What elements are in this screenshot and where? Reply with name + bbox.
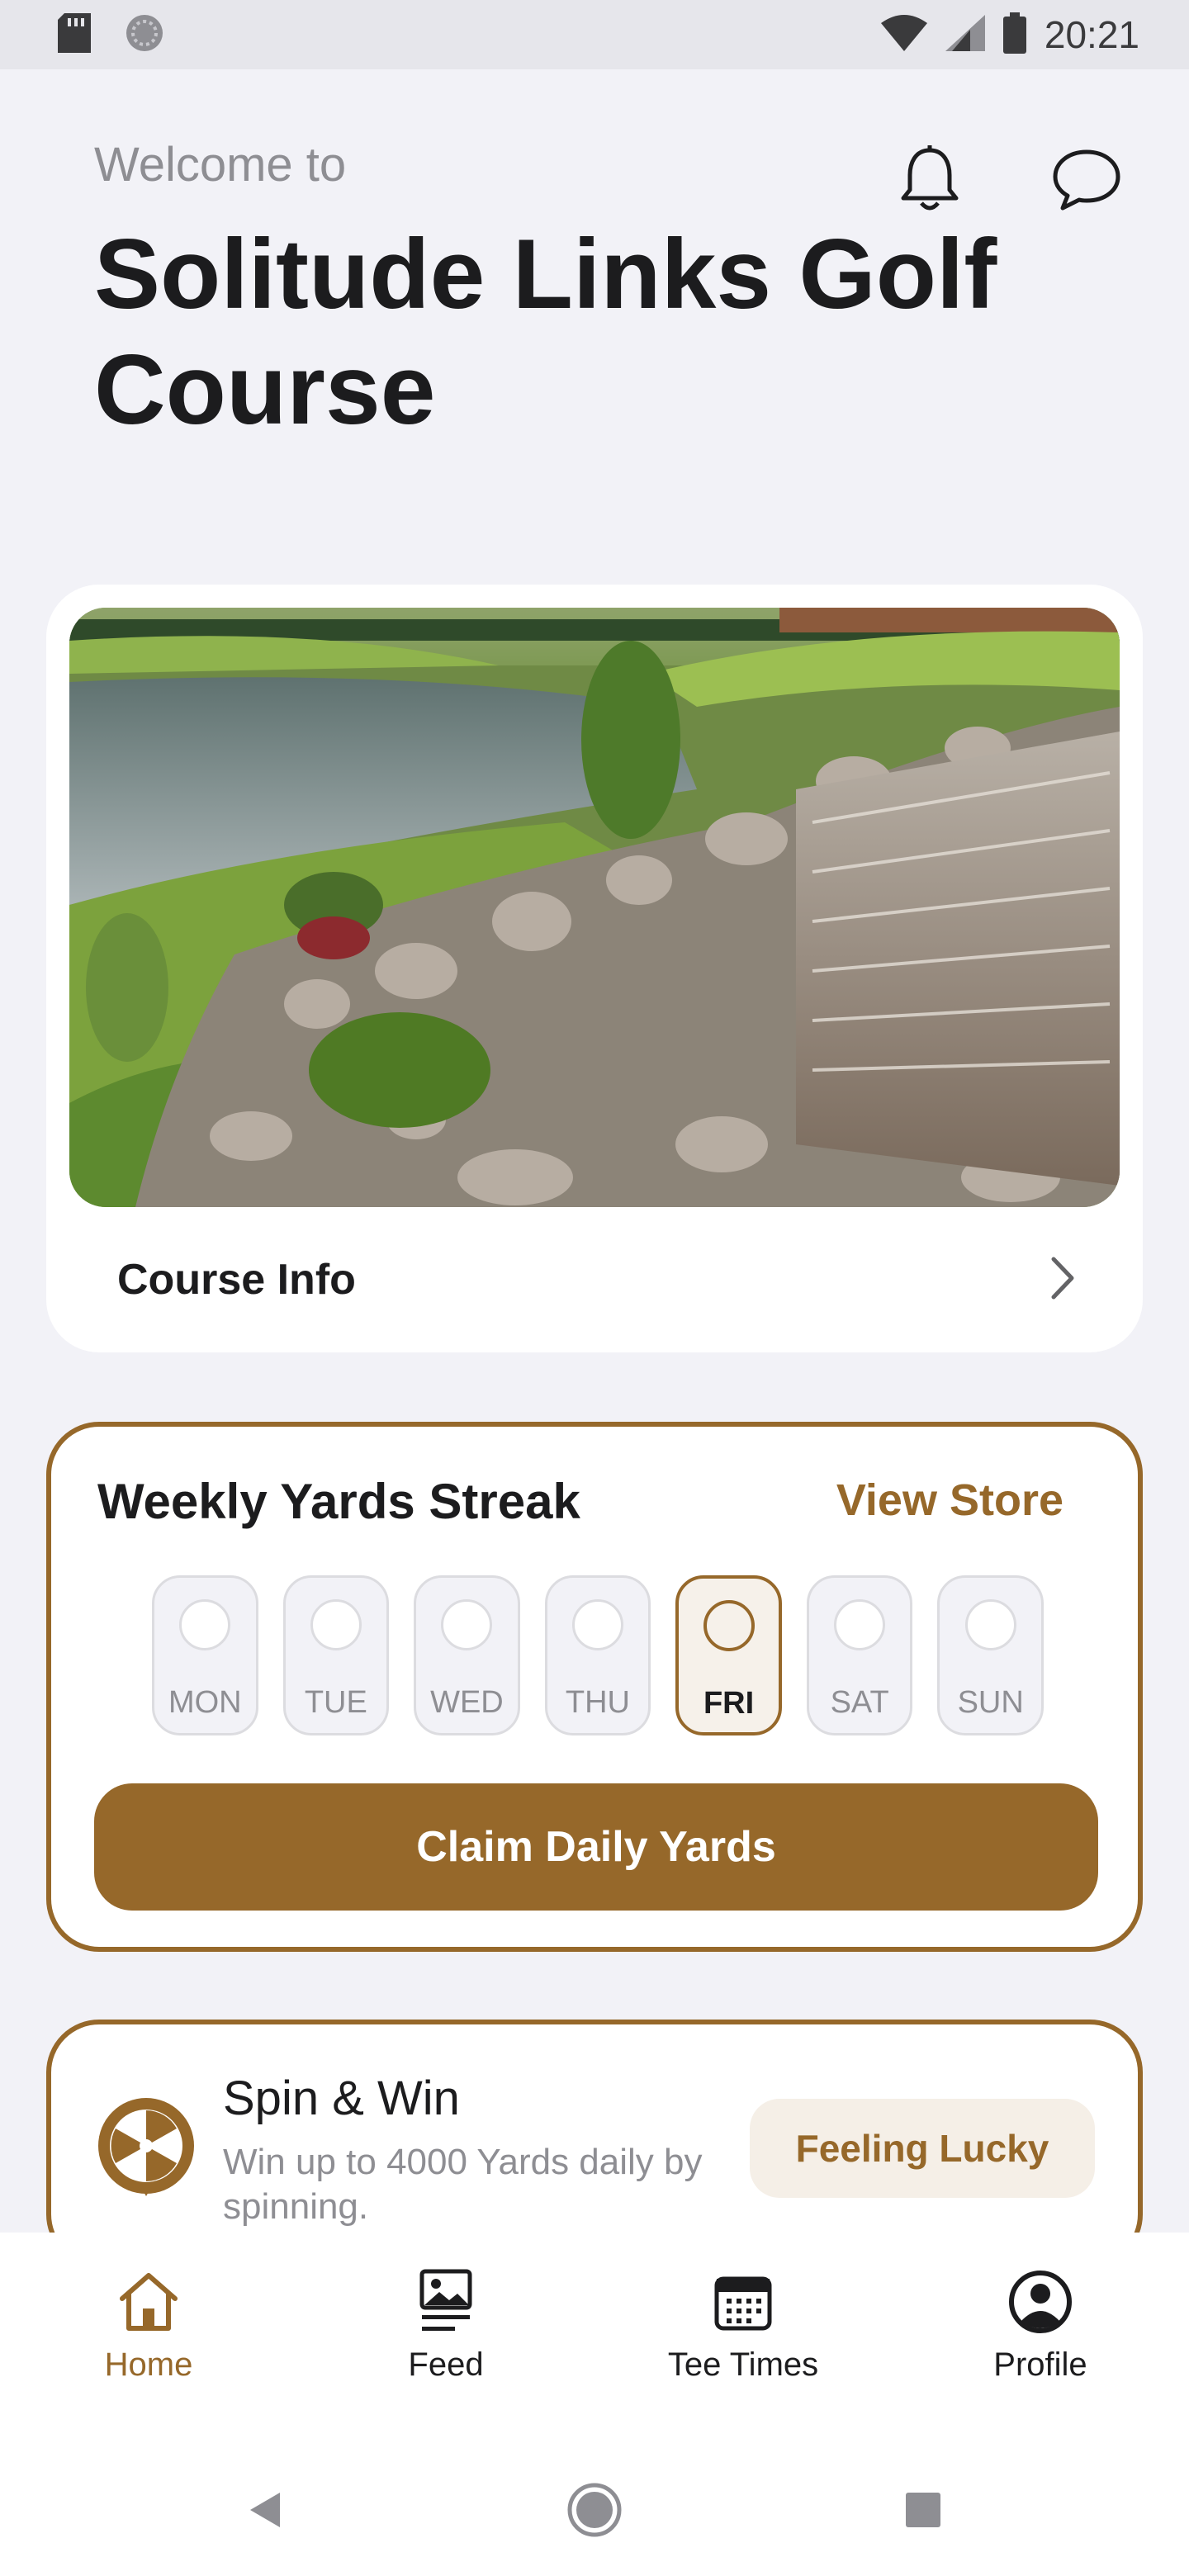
tab-label: Feed <box>408 2346 484 2383</box>
prize-wheel-icon <box>94 2094 198 2198</box>
weekly-streak-card: Weekly Yards Streak View Store MON TUE W… <box>46 1422 1143 1952</box>
profile-icon <box>1006 2267 1075 2337</box>
feeling-lucky-button[interactable]: Feeling Lucky <box>750 2099 1095 2198</box>
day-label: WED <box>430 1685 504 1720</box>
day-sat: SAT <box>806 1575 913 1735</box>
tab-label: Profile <box>993 2346 1087 2383</box>
day-tue: TUE <box>282 1575 390 1735</box>
day-check-circle <box>441 1599 493 1650</box>
status-right: 20:21 <box>880 12 1139 58</box>
back-icon[interactable] <box>233 2477 299 2543</box>
day-check-circle <box>964 1599 1016 1650</box>
feed-icon <box>411 2267 481 2337</box>
tab-profile[interactable]: Profile <box>892 2233 1189 2434</box>
day-mon: MON <box>152 1575 258 1735</box>
day-check-circle <box>703 1600 755 1651</box>
course-image <box>69 608 1120 1207</box>
view-store-link[interactable]: View Store <box>836 1475 1063 1526</box>
spin-subtitle: Win up to 4000 Yards daily by spinning. <box>223 2142 703 2227</box>
signal-icon <box>945 14 985 55</box>
tab-label: Home <box>104 2346 193 2383</box>
home-icon <box>114 2267 183 2337</box>
wifi-icon <box>880 14 927 55</box>
calendar-icon <box>708 2267 778 2337</box>
course-card[interactable]: Course Info <box>46 585 1143 1352</box>
tab-label: Tee Times <box>667 2346 819 2383</box>
course-info-row[interactable]: Course Info <box>46 1207 1143 1352</box>
day-sun: SUN <box>937 1575 1044 1735</box>
status-time: 20:21 <box>1044 13 1139 56</box>
home-circle-icon[interactable] <box>561 2477 628 2543</box>
day-label: FRI <box>703 1686 755 1721</box>
spin-win-card: Spin & Win Win up to 4000 Yards daily by… <box>46 2020 1143 2267</box>
status-left <box>58 12 165 58</box>
day-label: TUE <box>304 1685 367 1720</box>
day-fri: FRI <box>675 1575 782 1735</box>
day-wed: WED <box>414 1575 520 1735</box>
tab-tee-times[interactable]: Tee Times <box>594 2233 892 2434</box>
sd-card-icon <box>58 12 91 57</box>
tab-home[interactable]: Home <box>0 2233 297 2434</box>
day-check-circle <box>310 1599 362 1650</box>
day-label: SUN <box>957 1685 1024 1720</box>
streak-days: MON TUE WED THU FRI SAT SUN <box>152 1575 1044 1737</box>
recents-icon[interactable] <box>890 2477 956 2543</box>
welcome-text: Welcome to <box>94 138 347 192</box>
tab-feed[interactable]: Feed <box>297 2233 594 2434</box>
day-label: MON <box>168 1685 242 1720</box>
day-check-circle <box>179 1599 231 1650</box>
status-bar: 20:21 <box>0 0 1189 69</box>
claim-daily-yards-button[interactable]: Claim Daily Yards <box>94 1783 1098 1911</box>
day-label: SAT <box>830 1685 889 1720</box>
streak-title: Weekly Yards Streak <box>97 1474 580 1529</box>
bell-icon[interactable] <box>888 139 971 221</box>
day-check-circle <box>571 1599 623 1650</box>
page-title: Solitude Links Golf Course <box>94 219 997 445</box>
chevron-right-icon <box>1049 1256 1077 1305</box>
course-info-label: Course Info <box>117 1256 356 1304</box>
battery-icon <box>1002 12 1026 58</box>
day-check-circle <box>834 1599 886 1650</box>
sync-icon <box>124 12 165 58</box>
day-label: THU <box>565 1685 631 1720</box>
bottom-tab-bar: Home Feed Tee Times Profile <box>0 2233 1189 2434</box>
day-thu: THU <box>544 1575 651 1735</box>
spin-title: Spin & Win <box>223 2072 460 2125</box>
chat-icon[interactable] <box>1045 139 1128 221</box>
